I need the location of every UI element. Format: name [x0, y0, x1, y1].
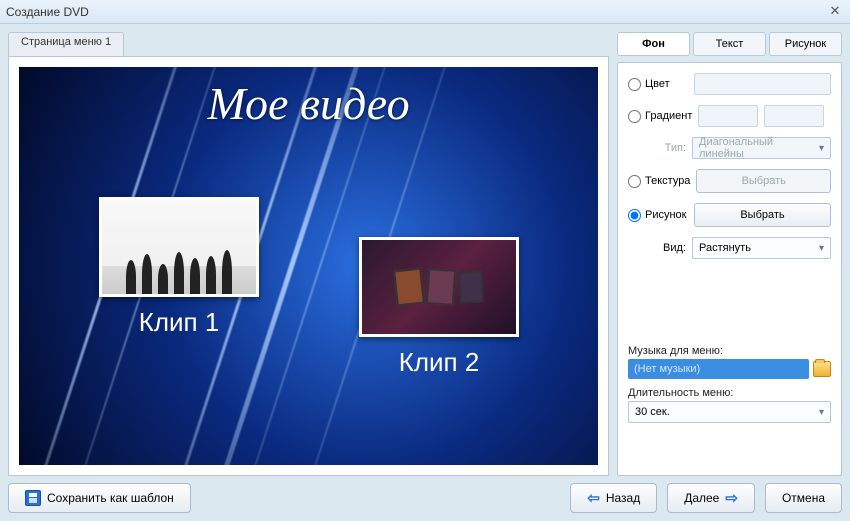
- view-select[interactable]: Растянуть: [692, 237, 831, 259]
- image-choose-button[interactable]: Выбрать: [694, 203, 831, 227]
- dvd-menu-preview: Мое видео Клип 1: [19, 67, 598, 465]
- clip-2-label: Клип 2: [359, 347, 519, 378]
- radio-texture[interactable]: [628, 175, 641, 188]
- clip-1-thumbnail: [99, 197, 259, 297]
- duration-section-label: Длительность меню:: [628, 387, 831, 399]
- arrow-left-icon: ⇦: [587, 489, 600, 507]
- texture-choose-button: Выбрать: [696, 169, 831, 193]
- radio-color-label[interactable]: Цвет: [628, 78, 688, 91]
- gradient-type-select: Диагональный линейны: [692, 137, 831, 159]
- radio-gradient[interactable]: [628, 110, 641, 123]
- titlebar: Создание DVD ✕: [0, 0, 850, 24]
- preview-container: Мое видео Клип 1: [8, 56, 609, 476]
- clip-2[interactable]: Клип 2: [359, 237, 519, 378]
- duration-select[interactable]: 30 сек.: [628, 401, 831, 423]
- clip-1-label: Клип 1: [99, 307, 259, 338]
- gradient-swatch-1[interactable]: [698, 105, 758, 127]
- radio-image[interactable]: [628, 209, 641, 222]
- next-button[interactable]: Далее ⇨: [667, 483, 755, 513]
- window-title: Создание DVD: [6, 5, 89, 19]
- background-panel: Цвет Градиент Тип: Диагональный линейны: [617, 62, 842, 476]
- tab-menu-page-1[interactable]: Страница меню 1: [8, 32, 124, 56]
- clip-1[interactable]: Клип 1: [99, 197, 259, 338]
- arrow-right-icon: ⇨: [725, 489, 738, 507]
- gradient-type-label: Тип:: [628, 142, 686, 154]
- view-label: Вид:: [628, 242, 686, 254]
- save-icon: [25, 490, 41, 506]
- right-tabstrip: Фон Текст Рисунок: [617, 32, 842, 56]
- music-field[interactable]: (Нет музыки): [628, 359, 809, 379]
- radio-image-label[interactable]: Рисунок: [628, 209, 688, 222]
- folder-icon[interactable]: [813, 361, 831, 377]
- radio-texture-label[interactable]: Текстура: [628, 175, 690, 188]
- clip-2-thumbnail: [359, 237, 519, 337]
- radio-color[interactable]: [628, 78, 641, 91]
- cancel-button[interactable]: Отмена: [765, 483, 842, 513]
- menu-title: Мое видео: [19, 77, 598, 130]
- color-swatch[interactable]: [694, 73, 831, 95]
- music-section-label: Музыка для меню:: [628, 345, 831, 357]
- left-tabstrip: Страница меню 1: [8, 32, 609, 56]
- back-button[interactable]: ⇦ Назад: [570, 483, 657, 513]
- tab-text[interactable]: Текст: [693, 32, 766, 56]
- tab-background[interactable]: Фон: [617, 32, 690, 56]
- tab-picture[interactable]: Рисунок: [769, 32, 842, 56]
- close-icon[interactable]: ✕: [826, 4, 844, 20]
- gradient-swatch-2[interactable]: [764, 105, 824, 127]
- radio-gradient-label[interactable]: Градиент: [628, 110, 692, 123]
- save-template-button[interactable]: Сохранить как шаблон: [8, 483, 191, 513]
